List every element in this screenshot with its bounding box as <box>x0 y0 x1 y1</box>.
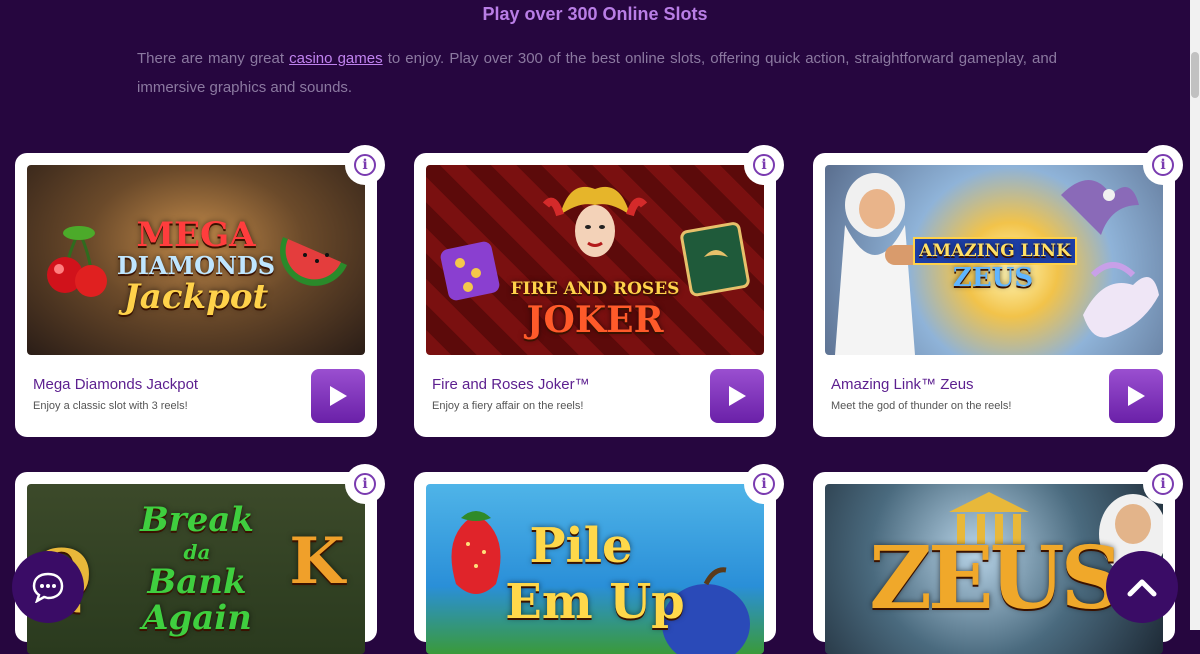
game-card-fire-roses-joker[interactable]: FIRE AND ROSES JOKER i Fire and Roses Jo… <box>414 145 784 437</box>
game-description: Enjoy a fiery affair on the reels! <box>432 400 584 412</box>
game-thumbnail[interactable]: Pile Em Up <box>426 484 764 654</box>
info-icon: i <box>354 154 376 176</box>
game-title: Fire and Roses Joker™ <box>432 376 590 393</box>
info-icon: i <box>1152 154 1174 176</box>
game-logo-line-3: Bank <box>147 562 247 602</box>
game-card-mega-diamonds[interactable]: MEGA DIAMONDS Jackpot i Mega Diamonds Ja… <box>15 145 385 437</box>
game-logo-line-2: Em Up <box>505 574 685 630</box>
game-description: Meet the god of thunder on the reels! <box>831 400 1012 412</box>
game-thumbnail[interactable]: MEGA DIAMONDS Jackpot <box>27 165 365 355</box>
game-logo-line-1: Pile <box>529 518 633 574</box>
game-logo-line-4: Again <box>142 598 252 638</box>
game-logo-line-2: ZEUS <box>952 263 1034 293</box>
game-logo-line-1: FIRE AND ROSES <box>510 279 680 299</box>
play-icon <box>1128 386 1145 406</box>
info-button[interactable]: i <box>345 464 385 504</box>
chevron-up-icon <box>1127 579 1157 597</box>
joker-card-icon <box>680 222 750 297</box>
casino-games-link[interactable]: casino games <box>289 50 382 67</box>
intro-paragraph: There are many great casino games to enj… <box>137 44 1057 102</box>
play-button[interactable] <box>1109 369 1163 423</box>
game-logo-k: K <box>289 524 345 599</box>
play-button[interactable] <box>710 369 764 423</box>
game-logo-line-2: DIAMONDS <box>116 251 276 280</box>
game-thumbnail[interactable]: AMAZING LINK ZEUS <box>825 165 1163 355</box>
game-logo-line-1: AMAZING LINK <box>913 237 1077 265</box>
game-logo-line-3: Jackpot <box>123 277 269 317</box>
pegasus-icon <box>1083 262 1159 338</box>
game-title: Mega Diamonds Jackpot <box>33 376 199 393</box>
game-description: Enjoy a classic slot with 3 reels! <box>33 400 188 412</box>
scrollbar-thumb[interactable] <box>1191 52 1199 98</box>
game-logo-line-2: da <box>183 540 211 564</box>
dice-icon <box>440 241 500 301</box>
info-icon: i <box>354 473 376 495</box>
game-logo-line-1: MEGA <box>136 215 256 255</box>
game-logo-line-2: JOKER <box>526 299 664 341</box>
scroll-to-top-button[interactable] <box>1106 551 1178 623</box>
info-button[interactable]: i <box>345 145 385 185</box>
game-logo-line-1: Break <box>140 500 254 540</box>
info-icon: i <box>753 154 775 176</box>
live-chat-button[interactable] <box>12 551 84 623</box>
info-icon: i <box>753 473 775 495</box>
play-icon <box>330 386 347 406</box>
game-card-amazing-link-zeus[interactable]: AMAZING LINK ZEUS i Amazing Link™ Zeus M… <box>813 145 1183 437</box>
play-button[interactable] <box>311 369 365 423</box>
info-button[interactable]: i <box>1143 145 1183 185</box>
page-heading: Play over 300 Online Slots <box>482 4 708 24</box>
intro-text-before: There are many great <box>137 50 290 67</box>
game-thumbnail[interactable]: FIRE AND ROSES JOKER <box>426 165 764 355</box>
game-title: Amazing Link™ Zeus <box>831 376 974 393</box>
chat-icon <box>32 572 64 603</box>
play-icon <box>729 386 746 406</box>
info-button[interactable]: i <box>744 464 784 504</box>
game-logo-line-1: ZEUS <box>869 528 1122 629</box>
game-card-pile-em-up[interactable]: Pile Em Up i <box>414 464 784 654</box>
info-button[interactable]: i <box>744 145 784 185</box>
info-button[interactable]: i <box>1143 464 1183 504</box>
info-icon: i <box>1152 473 1174 495</box>
joker-character-icon <box>542 186 648 257</box>
